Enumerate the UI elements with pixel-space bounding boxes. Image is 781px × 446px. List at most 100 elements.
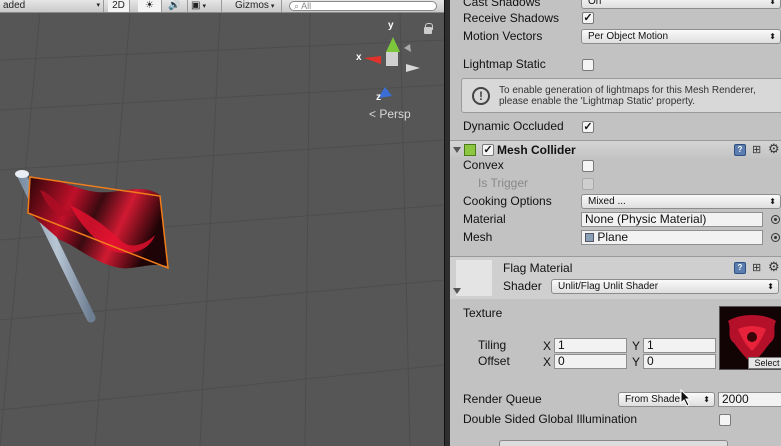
chevron-down-icon: ▾ [270, 3, 275, 10]
dynamic-occluded-label: Dynamic Occluded [463, 119, 564, 133]
preset-icon[interactable]: ⊞ [752, 262, 764, 274]
offset-label: Offset [478, 354, 510, 368]
gear-icon[interactable]: ⚙ [768, 142, 780, 155]
search-icon: ⌕ [294, 1, 300, 11]
help-text-line1: To enable generation of lightmaps for th… [499, 85, 756, 96]
offset-x-field[interactable]: 0 [554, 354, 627, 369]
is-trigger-checkbox [582, 178, 594, 190]
chevron-updown-icon: ⬍ [767, 282, 774, 291]
cast-shadows-dropdown[interactable]: On ⬍ [581, 0, 781, 9]
mesh-field[interactable]: Plane [581, 230, 763, 245]
mesh-collider-header[interactable]: ✓ Mesh Collider ? ⊞ ⚙ [450, 140, 781, 158]
convex-label: Convex [463, 158, 504, 172]
mesh-collider-icon [464, 144, 476, 156]
convex-checkbox[interactable] [582, 160, 594, 172]
speaker-icon: 🔊 [168, 0, 181, 11]
object-picker-icon[interactable] [771, 233, 780, 242]
image-icon: ▣ [191, 0, 201, 11]
tiling-x-value: 1 [558, 338, 565, 352]
mesh-icon [585, 233, 594, 242]
effects-dropdown[interactable]: ▣ ▾ [188, 0, 222, 12]
tiling-y-field[interactable]: 1 [643, 338, 716, 353]
material-header[interactable]: Flag Material ? ⊞ ⚙ Shader Unlit/Flag Un… [450, 256, 781, 299]
mouse-cursor-icon [680, 389, 692, 407]
shading-mode-dropdown[interactable]: aded ▾ [0, 0, 104, 12]
motion-vectors-value: Per Object Motion [588, 31, 669, 42]
shader-dropdown[interactable]: Unlit/Flag Unlit Shader ⬍ [551, 279, 779, 294]
tiling-x-label: X [543, 339, 552, 353]
render-queue-value: 2000 [722, 392, 749, 406]
scene-toolbar: aded ▾ 2D ☀ 🔊 ▣ ▾ Gizmos ▾ ⌕ All [0, 0, 444, 13]
help-book-icon[interactable]: ? [734, 262, 746, 274]
offset-y-label: Y [632, 355, 641, 369]
receive-shadows-checkbox[interactable]: ✓ [582, 12, 594, 24]
gizmos-label: Gizmos [235, 0, 269, 11]
cooking-options-label: Cooking Options [463, 194, 552, 208]
motion-vectors-dropdown[interactable]: Per Object Motion ⬍ [581, 29, 781, 44]
render-queue-mode-value: From Shader [625, 394, 684, 405]
mesh-value: Plane [597, 230, 629, 244]
tiling-x-field[interactable]: 1 [554, 338, 627, 353]
foldout-arrow-icon[interactable] [453, 288, 461, 294]
scene-canvas[interactable] [0, 0, 444, 446]
projection-label: Persp [379, 107, 411, 121]
cooking-options-value: Mixed ... [588, 196, 626, 207]
scene-view[interactable]: y x z < Persp aded ▾ 2D ☀ 🔊 ▣ ▾ Gizmos ▾ ⌕… [0, 0, 444, 446]
physic-material-field[interactable]: None (Physic Material) [581, 212, 763, 227]
cast-shadows-label: Cast Shadows [463, 0, 541, 9]
chevron-updown-icon: ⬍ [769, 197, 776, 206]
gizmo-z-label: z [376, 92, 381, 103]
texture-slot[interactable]: Select [719, 306, 781, 370]
cooking-options-dropdown[interactable]: Mixed ... ⬍ [581, 194, 781, 209]
object-picker-icon[interactable] [771, 215, 780, 224]
chevron-down-icon: ▾ [96, 2, 100, 9]
toggle-2d-button[interactable]: 2D [108, 0, 130, 12]
mesh-label: Mesh [463, 230, 493, 244]
scene-search-input[interactable]: ⌕ All [289, 1, 437, 11]
material-label: Material [463, 212, 506, 226]
offset-x-label: X [543, 355, 552, 369]
tiling-label: Tiling [478, 338, 507, 352]
double-sided-gi-checkbox[interactable] [719, 414, 731, 426]
help-text: To enable generation of lightmaps for th… [499, 85, 756, 107]
dynamic-occluded-checkbox[interactable]: ✓ [582, 121, 594, 133]
chevron-updown-icon: ⬍ [769, 0, 776, 6]
preset-icon[interactable]: ⊞ [752, 144, 764, 156]
mesh-collider-enabled-checkbox[interactable]: ✓ [482, 144, 494, 156]
gizmos-dropdown[interactable]: Gizmos ▾ [232, 0, 282, 12]
foldout-arrow-icon[interactable] [453, 147, 461, 153]
offset-x-value: 0 [558, 354, 565, 368]
help-book-icon[interactable]: ? [734, 144, 746, 156]
lighting-toggle-button[interactable]: ☀ [138, 0, 162, 12]
chevron-updown-icon: ⬍ [769, 32, 776, 41]
render-queue-label: Render Queue [463, 392, 542, 406]
audio-toggle-button[interactable]: 🔊 [162, 0, 188, 12]
render-queue-field[interactable]: 2000 [718, 392, 781, 407]
render-queue-mode-dropdown[interactable]: From Shader ⬍ [618, 392, 715, 407]
shading-mode-label: aded [3, 0, 26, 11]
receive-shadows-label: Receive Shadows [463, 11, 560, 25]
inspector-panel: Cast Shadows On ⬍ Receive Shadows ✓ Motio… [450, 0, 781, 446]
add-component-button[interactable] [499, 440, 728, 446]
cast-shadows-value: On [588, 0, 602, 7]
motion-vectors-label: Motion Vectors [463, 29, 543, 43]
shader-value: Unlit/Flag Unlit Shader [558, 281, 659, 292]
sun-icon: ☀ [145, 0, 154, 11]
material-preview-icon [456, 260, 492, 296]
offset-y-field[interactable]: 0 [643, 354, 716, 369]
search-placeholder: All [301, 1, 312, 11]
double-sided-gi-label: Double Sided Global Illumination [463, 412, 638, 426]
gear-icon[interactable]: ⚙ [768, 260, 780, 273]
select-texture-button[interactable]: Select [748, 357, 781, 369]
chevron-down-icon: ▾ [202, 3, 206, 10]
lightmap-static-checkbox[interactable] [582, 59, 594, 71]
toggle-2d-label: 2D [112, 0, 125, 11]
tiling-y-value: 1 [647, 338, 654, 352]
flag-mesh[interactable] [28, 177, 168, 269]
gizmo-y-label: y [388, 20, 394, 31]
mesh-collider-title: Mesh Collider [497, 143, 576, 157]
is-trigger-label: Is Trigger [478, 176, 529, 190]
projection-toggle[interactable]: < Persp [369, 107, 411, 121]
lock-icon[interactable] [424, 23, 433, 34]
offset-y-value: 0 [647, 354, 654, 368]
